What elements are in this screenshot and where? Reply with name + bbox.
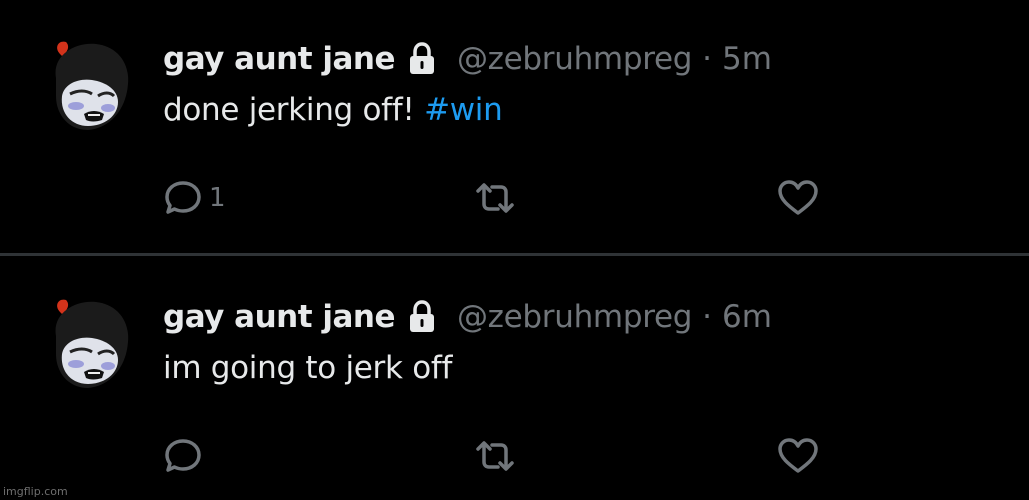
retweet-icon bbox=[474, 178, 516, 218]
timeline: gay aunt jane @zebruhmpreg · 5m done jer… bbox=[0, 0, 1029, 500]
reply-icon bbox=[163, 436, 203, 476]
timestamp[interactable]: 5m bbox=[722, 41, 772, 77]
retweet-button[interactable] bbox=[474, 434, 516, 478]
like-icon bbox=[776, 436, 820, 476]
avatar[interactable] bbox=[48, 36, 132, 136]
like-button[interactable] bbox=[776, 434, 820, 478]
separator-dot: · bbox=[702, 41, 712, 77]
tweet[interactable]: gay aunt jane @zebruhmpreg · 5m done jer… bbox=[0, 0, 1029, 248]
avatar[interactable] bbox=[48, 294, 132, 394]
username-handle[interactable]: @zebruhmpreg bbox=[457, 41, 692, 77]
tweet-actions bbox=[0, 434, 1029, 478]
reply-button[interactable]: 1 bbox=[163, 176, 226, 220]
tweet-divider bbox=[0, 253, 1029, 256]
tweet[interactable]: gay aunt jane @zebruhmpreg · 6m im going… bbox=[0, 258, 1029, 500]
display-name[interactable]: gay aunt jane bbox=[163, 41, 395, 77]
reply-button[interactable] bbox=[163, 434, 203, 478]
lock-icon bbox=[407, 42, 437, 76]
timestamp[interactable]: 6m bbox=[722, 299, 772, 335]
tweet-header: gay aunt jane @zebruhmpreg · 5m bbox=[163, 38, 772, 80]
lock-icon bbox=[407, 300, 437, 334]
retweet-button[interactable] bbox=[474, 176, 516, 220]
like-button[interactable] bbox=[776, 176, 820, 220]
tweet-text-body: done jerking off! bbox=[163, 92, 425, 128]
tweet-header: gay aunt jane @zebruhmpreg · 6m bbox=[163, 296, 772, 338]
hashtag-link[interactable]: #win bbox=[424, 92, 503, 128]
retweet-icon bbox=[474, 436, 516, 476]
tweet-text-body: im going to jerk off bbox=[163, 350, 453, 386]
tweet-text: done jerking off! #win bbox=[163, 92, 503, 128]
like-icon bbox=[776, 178, 820, 218]
tweet-text: im going to jerk off bbox=[163, 350, 452, 386]
watermark: imgflip.com bbox=[3, 485, 68, 498]
display-name[interactable]: gay aunt jane bbox=[163, 299, 395, 335]
separator-dot: · bbox=[702, 299, 712, 335]
username-handle[interactable]: @zebruhmpreg bbox=[457, 299, 692, 335]
reply-icon bbox=[163, 178, 203, 218]
reply-count: 1 bbox=[209, 183, 226, 213]
tweet-actions: 1 bbox=[0, 176, 1029, 220]
